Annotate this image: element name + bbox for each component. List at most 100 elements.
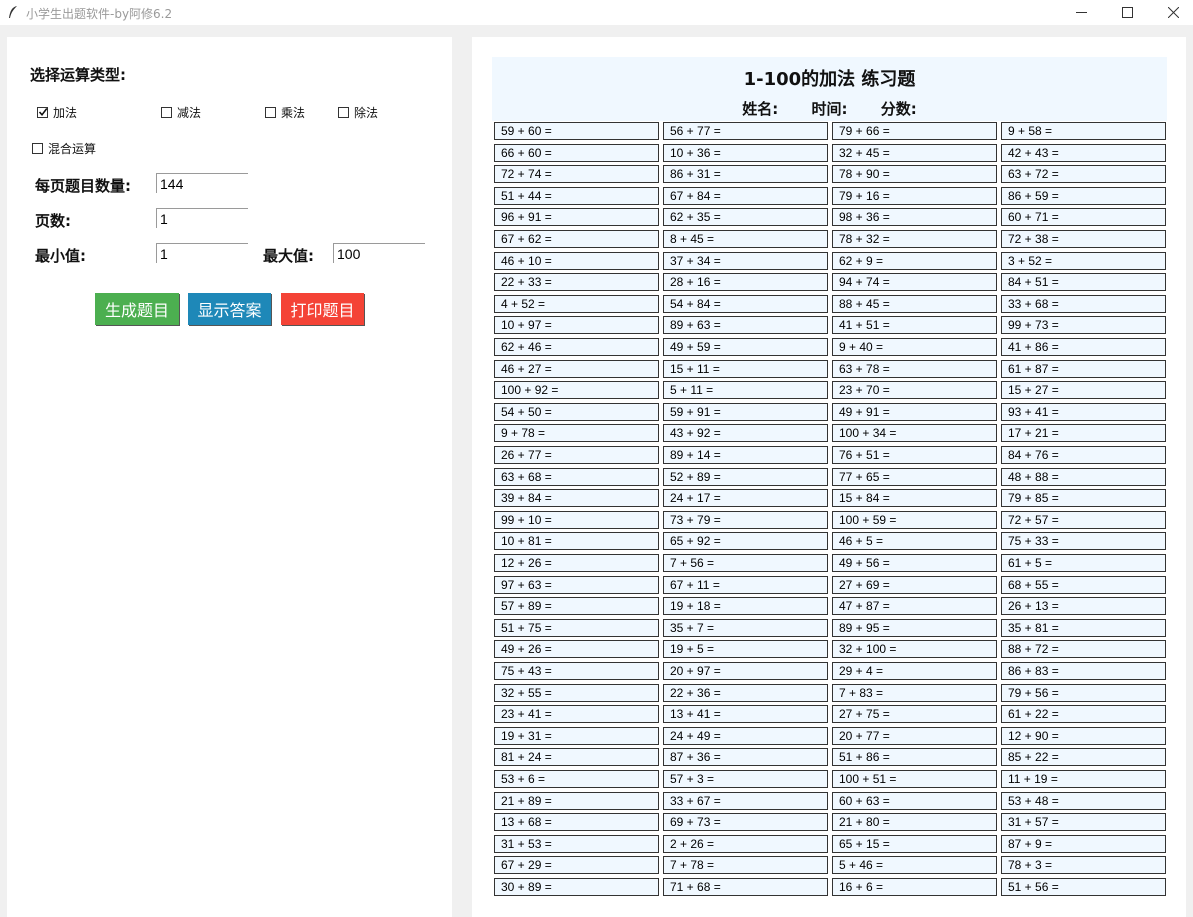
problem-cell: 86 + 83 = (1001, 662, 1166, 680)
problem-cell: 87 + 9 = (1001, 835, 1166, 853)
close-icon (1167, 7, 1179, 18)
problem-cell: 67 + 62 = (494, 230, 659, 248)
problem-cell: 60 + 71 = (1001, 208, 1166, 226)
problem-cell: 69 + 73 = (663, 813, 828, 831)
problem-cell: 21 + 80 = (832, 813, 997, 831)
problem-cell: 59 + 60 = (494, 122, 659, 140)
problem-cell: 49 + 91 = (832, 403, 997, 421)
problem-cell: 51 + 75 = (494, 619, 659, 637)
problem-cell: 27 + 75 = (832, 705, 997, 723)
checkbox-box[interactable] (32, 143, 43, 154)
checkbox-box[interactable] (37, 107, 48, 118)
problem-cell: 19 + 18 = (663, 597, 828, 615)
problem-cell: 9 + 40 = (832, 338, 997, 356)
problem-cell: 100 + 59 = (832, 511, 997, 529)
settings-panel: 选择运算类型: 加法 减法 乘法 除法 混合运算 每页题目数量: 页数: 最小值… (7, 37, 452, 917)
checkbox-mixed[interactable]: 混合运算 (32, 140, 96, 157)
problem-cell: 63 + 78 = (832, 360, 997, 378)
problem-cell: 53 + 6 = (494, 770, 659, 788)
problem-cell: 37 + 34 = (663, 252, 828, 270)
problem-cell: 21 + 89 = (494, 792, 659, 810)
problem-cell: 49 + 59 = (663, 338, 828, 356)
worksheet-title: 1-100的加法 练习题 (743, 69, 916, 90)
problem-cell: 63 + 68 = (494, 468, 659, 486)
problem-cell: 29 + 4 = (832, 662, 997, 680)
show-answers-button[interactable]: 显示答案 (188, 293, 271, 325)
print-button[interactable]: 打印题目 (281, 293, 364, 325)
problem-cell: 54 + 84 = (663, 295, 828, 313)
problem-cell: 78 + 3 = (1001, 856, 1166, 874)
checkbox-subtraction[interactable]: 减法 (161, 104, 201, 121)
problem-cell: 48 + 88 = (1001, 468, 1166, 486)
checkbox-addition[interactable]: 加法 (37, 104, 77, 121)
problem-cell: 7 + 83 = (832, 684, 997, 702)
title-bar: 小学生出题软件-by阿修6.2 (0, 0, 1193, 25)
problem-cell: 75 + 43 = (494, 662, 659, 680)
problem-cell: 33 + 67 = (663, 792, 828, 810)
max-value-input[interactable] (333, 243, 425, 263)
generate-button[interactable]: 生成题目 (95, 293, 179, 325)
checkbox-multiplication[interactable]: 乘法 (265, 104, 305, 121)
problem-cell: 98 + 36 = (832, 208, 997, 226)
problem-cell: 8 + 45 = (663, 230, 828, 248)
problem-cell: 51 + 86 = (832, 748, 997, 766)
pages-input[interactable] (156, 208, 248, 228)
checkbox-box[interactable] (338, 107, 349, 118)
problem-cell: 46 + 27 = (494, 360, 659, 378)
problem-cell: 67 + 29 = (494, 856, 659, 874)
checkbox-division[interactable]: 除法 (338, 104, 378, 121)
window-title: 小学生出题软件-by阿修6.2 (26, 7, 173, 21)
problem-cell: 97 + 63 = (494, 576, 659, 594)
problem-cell: 22 + 36 = (663, 684, 828, 702)
per-page-input[interactable] (156, 173, 248, 193)
problem-cell: 49 + 26 = (494, 640, 659, 658)
problem-cell: 15 + 84 = (832, 489, 997, 507)
problem-cell: 62 + 35 = (663, 208, 828, 226)
problem-cell: 57 + 3 = (663, 770, 828, 788)
checkbox-box[interactable] (265, 107, 276, 118)
operation-type-heading: 选择运算类型: (30, 66, 126, 84)
problem-cell: 7 + 56 = (663, 554, 828, 572)
problem-cell: 5 + 46 = (832, 856, 997, 874)
problem-cell: 15 + 27 = (1001, 381, 1166, 399)
close-button[interactable] (1150, 0, 1193, 25)
problem-cell: 79 + 56 = (1001, 684, 1166, 702)
problem-cell: 20 + 97 = (663, 662, 828, 680)
maximize-button[interactable] (1104, 0, 1150, 25)
problem-cell: 32 + 45 = (832, 144, 997, 162)
problem-cell: 13 + 41 = (663, 705, 828, 723)
minimize-button[interactable] (1058, 0, 1104, 25)
time-label: 时间: (811, 100, 848, 118)
problem-cell: 89 + 63 = (663, 316, 828, 334)
problem-cell: 17 + 21 = (1001, 424, 1166, 442)
problem-cell: 60 + 63 = (832, 792, 997, 810)
problem-cell: 27 + 69 = (832, 576, 997, 594)
problem-cell: 7 + 78 = (663, 856, 828, 874)
problem-cell: 57 + 89 = (494, 597, 659, 615)
per-page-label: 每页题目数量: (35, 177, 131, 195)
feather-icon (9, 6, 17, 18)
problem-cell: 52 + 89 = (663, 468, 828, 486)
problem-cell: 9 + 58 = (1001, 122, 1166, 140)
checkmark-icon (38, 108, 48, 117)
problem-cell: 99 + 73 = (1001, 316, 1166, 334)
problem-cell: 61 + 87 = (1001, 360, 1166, 378)
maximize-icon (1121, 7, 1133, 18)
problem-cell: 87 + 36 = (663, 748, 828, 766)
problem-cell: 56 + 77 = (663, 122, 828, 140)
checkbox-box[interactable] (161, 107, 172, 118)
checkbox-label: 乘法 (281, 106, 306, 120)
min-value-input[interactable] (156, 243, 248, 263)
checkbox-label: 加法 (53, 106, 78, 120)
problem-cell: 65 + 92 = (663, 532, 828, 550)
problem-cell: 41 + 51 = (832, 316, 997, 334)
score-label: 分数: (880, 100, 917, 118)
problem-cell: 86 + 31 = (663, 165, 828, 183)
problem-cell: 22 + 33 = (494, 273, 659, 291)
problem-cell: 15 + 11 = (663, 360, 828, 378)
problem-cell: 53 + 48 = (1001, 792, 1166, 810)
problem-cell: 89 + 14 = (663, 446, 828, 464)
problem-cell: 78 + 32 = (832, 230, 997, 248)
problem-cell: 35 + 7 = (663, 619, 828, 637)
problem-cell: 73 + 79 = (663, 511, 828, 529)
